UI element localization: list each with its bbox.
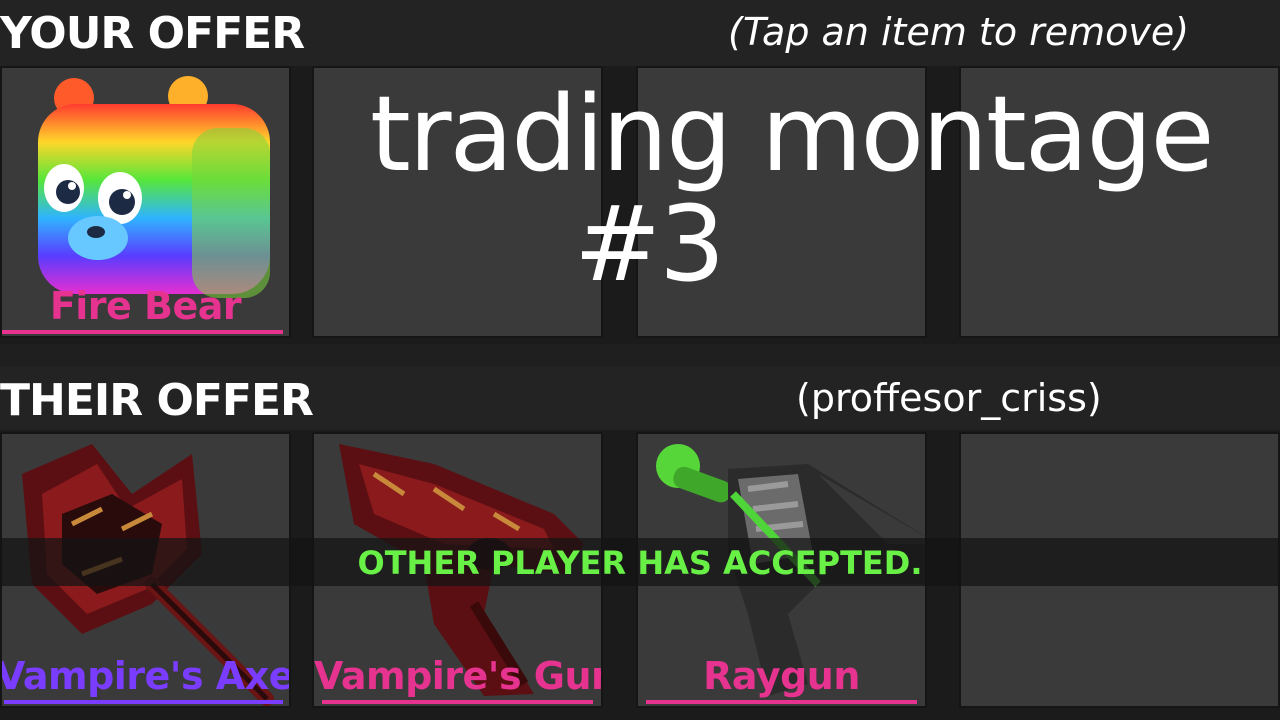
your-offer-slot-1[interactable]: Fire Bear <box>0 66 291 338</box>
section-divider <box>0 344 1280 366</box>
status-text: OTHER PLAYER HAS ACCEPTED. <box>357 544 923 582</box>
your-offer-title: YOUR OFFER <box>0 8 305 59</box>
remove-hint: (Tap an item to remove) <box>728 10 1190 54</box>
item-underline <box>2 330 283 334</box>
item-underline <box>4 700 283 704</box>
their-offer-title: THEIR OFFER <box>0 375 314 426</box>
your-offer-header: YOUR OFFER (Tap an item to remove) <box>0 0 1280 66</box>
item-underline <box>322 700 593 704</box>
partner-username: (proffesor_criss) <box>796 376 1102 420</box>
item-name: Fire Bear <box>49 284 242 328</box>
montage-number: #3 <box>574 183 725 305</box>
item-name: Vampire's Gun <box>314 654 603 698</box>
their-offer-header: THEIR OFFER (proffesor_criss) <box>0 366 1280 430</box>
montage-title: trading montage <box>370 73 1215 195</box>
status-banner: OTHER PLAYER HAS ACCEPTED. <box>0 538 1280 586</box>
item-name: Raygun <box>703 654 860 698</box>
item-name: Vampire's Axe <box>0 654 291 698</box>
item-underline <box>646 700 917 704</box>
